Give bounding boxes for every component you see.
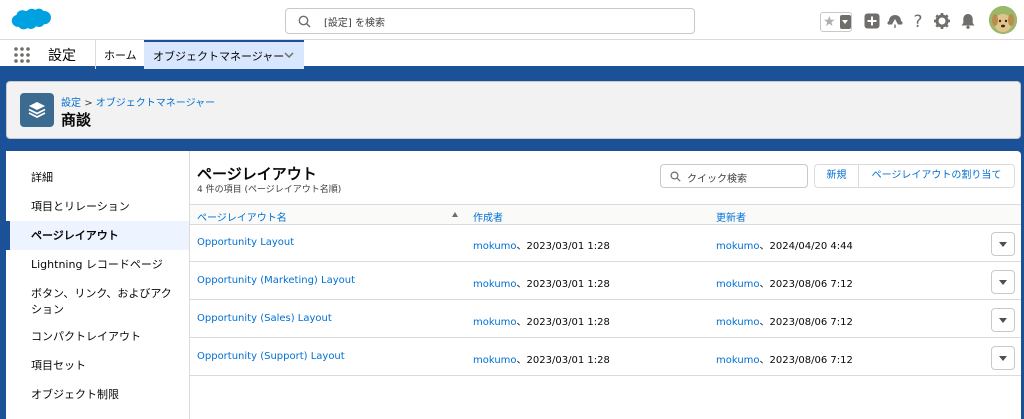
tab-object-manager-label: オブジェクトマネージャー xyxy=(153,50,285,63)
context-bar: 設定 ホーム オブジェクトマネージャー xyxy=(0,40,1024,69)
modified-by-user-link[interactable]: mokumo xyxy=(716,279,760,290)
row-actions-dropdown-button[interactable] xyxy=(991,346,1015,370)
favorites-dropdown-icon[interactable] xyxy=(840,15,851,29)
sidebar-item-field-sets[interactable]: 項目セット xyxy=(6,358,189,373)
quick-search-input[interactable]: クイック検索 xyxy=(660,164,808,188)
sort-ascending-icon xyxy=(452,212,458,217)
table-row: Opportunity (Marketing) Layout mokumo、20… xyxy=(190,263,1021,300)
sidebar-item-fields[interactable]: 項目とリレーション xyxy=(6,199,189,214)
avatar[interactable] xyxy=(989,6,1017,34)
table-row: Opportunity Layout mokumo、2023/03/01 1:2… xyxy=(190,225,1021,262)
app-launcher-icon[interactable] xyxy=(13,46,31,64)
layout-name-link[interactable]: Opportunity (Marketing) Layout xyxy=(197,275,355,286)
svg-text:?: ? xyxy=(913,12,922,30)
modified-by-user-link[interactable]: mokumo xyxy=(716,241,760,252)
object-sidebar: 詳細 項目とリレーション ページレイアウト Lightning レコードページ … xyxy=(6,151,190,419)
bell-icon[interactable] xyxy=(959,12,977,30)
modified-date: 、2023/08/06 7:12 xyxy=(759,279,853,290)
sidebar-item-buttons-links-actions[interactable]: ボタン、リンク、およびアクション xyxy=(6,286,189,318)
created-date: 、2023/03/01 1:28 xyxy=(516,241,610,252)
row-actions-dropdown-button[interactable] xyxy=(991,232,1015,256)
created-date: 、2023/03/01 1:28 xyxy=(516,355,610,366)
column-header-layout-name[interactable]: ページレイアウト名 xyxy=(197,209,287,224)
search-icon xyxy=(298,15,311,28)
table-row: Opportunity (Sales) Layout mokumo、2023/0… xyxy=(190,301,1021,338)
breadcrumb-object-manager-link[interactable]: オブジェクトマネージャー xyxy=(96,98,215,109)
table-header: ページレイアウト名 作成者 更新者 xyxy=(190,204,1021,225)
sidebar-item-page-layouts[interactable]: ページレイアウト xyxy=(6,221,189,250)
breadcrumb-separator: > xyxy=(84,98,93,109)
layout-name-link[interactable]: Opportunity (Support) Layout xyxy=(197,351,345,362)
created-by-user-link[interactable]: mokumo xyxy=(473,279,517,290)
sidebar-item-object-limits[interactable]: オブジェクト制限 xyxy=(6,387,189,402)
favorites-button[interactable]: ★ xyxy=(820,12,852,32)
nav-divider xyxy=(95,40,96,69)
chevron-down-icon[interactable] xyxy=(284,51,294,59)
breadcrumb-setup-link[interactable]: 設定 xyxy=(61,98,81,109)
gear-icon[interactable] xyxy=(933,12,951,30)
column-header-modified-by[interactable]: 更新者 xyxy=(716,209,746,224)
created-date: 、2023/03/01 1:28 xyxy=(516,317,610,328)
table-row: Opportunity (Support) Layout mokumo、2023… xyxy=(190,339,1021,376)
layout-name-link[interactable]: Opportunity Layout xyxy=(197,237,294,248)
sidebar-item-compact-layouts[interactable]: コンパクトレイアウト xyxy=(6,329,189,344)
created-by-user-link[interactable]: mokumo xyxy=(473,317,517,328)
trailhead-icon[interactable] xyxy=(886,12,904,30)
layout-name-link[interactable]: Opportunity (Sales) Layout xyxy=(197,313,332,324)
row-actions-dropdown-button[interactable] xyxy=(991,308,1015,332)
row-actions-dropdown-button[interactable] xyxy=(991,270,1015,294)
global-header: [設定] を検索 ★ ? xyxy=(0,0,1024,40)
salesforce-cloud-logo[interactable] xyxy=(10,7,52,35)
page-layout-assignment-button[interactable]: ページレイアウトの割り当て xyxy=(858,164,1015,188)
star-icon: ★ xyxy=(823,14,836,30)
page-layouts-panel: ページレイアウト 4 件の項目 (ページレイアウト名順) クイック検索 新規 ペ… xyxy=(190,151,1021,419)
modified-date: 、2023/08/06 7:12 xyxy=(759,317,853,328)
list-title: ページレイアウト xyxy=(197,165,317,183)
new-button[interactable]: 新規 xyxy=(814,164,859,188)
object-page-header: 設定 > オブジェクトマネージャー 商談 xyxy=(6,81,1021,139)
list-subtitle: 4 件の項目 (ページレイアウト名順) xyxy=(197,185,342,195)
modified-date: 、2024/04/20 4:44 xyxy=(759,241,853,252)
tab-object-manager[interactable]: オブジェクトマネージャー xyxy=(144,40,304,69)
app-name: 設定 xyxy=(48,48,76,64)
created-date: 、2023/03/01 1:28 xyxy=(516,279,610,290)
search-icon xyxy=(670,171,681,182)
column-header-created-by[interactable]: 作成者 xyxy=(473,209,503,224)
sidebar-item-details[interactable]: 詳細 xyxy=(6,170,189,185)
sidebar-item-lightning-record-pages[interactable]: Lightning レコードページ xyxy=(6,257,189,272)
created-by-user-link[interactable]: mokumo xyxy=(473,241,517,252)
page-title: 商談 xyxy=(61,111,92,129)
breadcrumb: 設定 > オブジェクトマネージャー xyxy=(61,94,215,109)
created-by-user-link[interactable]: mokumo xyxy=(473,355,517,366)
modified-by-user-link[interactable]: mokumo xyxy=(716,355,760,366)
help-icon[interactable]: ? xyxy=(909,12,927,30)
plus-icon[interactable] xyxy=(863,12,881,30)
object-layers-icon xyxy=(20,93,54,127)
modified-date: 、2023/08/06 7:12 xyxy=(759,355,853,366)
main-card: 詳細 項目とリレーション ページレイアウト Lightning レコードページ … xyxy=(6,151,1021,419)
tab-home[interactable]: ホーム xyxy=(104,47,137,63)
quick-search-placeholder: クイック検索 xyxy=(687,174,747,185)
global-search-placeholder: [設定] を検索 xyxy=(324,18,385,29)
global-search-input[interactable]: [設定] を検索 xyxy=(285,8,695,34)
modified-by-user-link[interactable]: mokumo xyxy=(716,317,760,328)
